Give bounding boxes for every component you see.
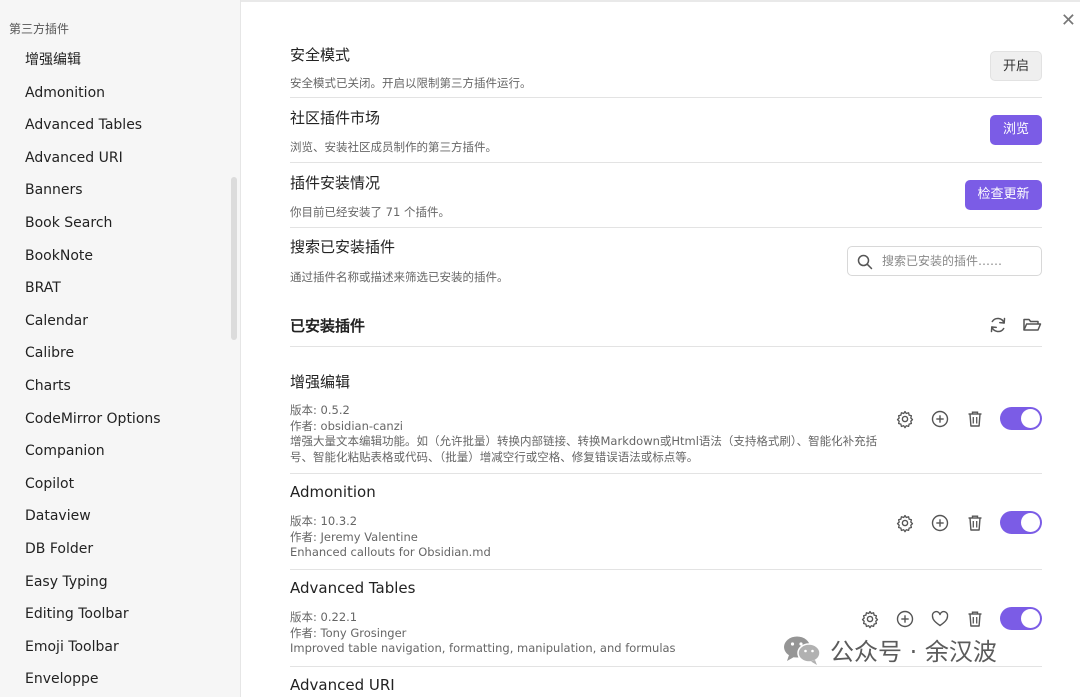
installed-header-actions [988, 315, 1042, 335]
sidebar-list: 增强编辑 Admonition Advanced Tables Advanced… [25, 44, 240, 696]
folder-open-icon[interactable] [1022, 315, 1042, 335]
plugin-version: 版本: 0.5.2 [290, 403, 350, 417]
trash-icon[interactable] [965, 513, 985, 533]
plugin-enable-toggle[interactable] [1000, 607, 1042, 630]
sidebar-item-brat[interactable]: BRAT [25, 272, 240, 305]
sidebar-item-admonition[interactable]: Admonition [25, 77, 240, 110]
install-status-desc: 你目前已经安装了 71 个插件。 [290, 205, 450, 219]
sidebar-item-advanced-tables[interactable]: Advanced Tables [25, 109, 240, 142]
plugin-actions [860, 607, 1042, 630]
sidebar-scrollbar[interactable] [231, 177, 237, 340]
sidebar-item-charts[interactable]: Charts [25, 370, 240, 403]
plugin-version: 版本: 0.22.1 [290, 610, 358, 624]
search-input[interactable] [882, 251, 1032, 271]
search-icon [857, 254, 873, 270]
community-desc: 浏览、安装社区成员制作的第三方插件。 [290, 140, 497, 154]
setting-community: 社区插件市场 浏览、安装社区成员制作的第三方插件。 浏览 [290, 98, 1042, 163]
sidebar-item-zengqiangbianji[interactable]: 增强编辑 [25, 44, 240, 77]
sidebar-header: 第三方插件 [9, 22, 70, 36]
plugin-desc: Enhanced callouts for Obsidian.md [290, 545, 491, 559]
sidebar-item-calendar[interactable]: Calendar [25, 305, 240, 338]
sidebar-item-editing-toolbar[interactable]: Editing Toolbar [25, 598, 240, 631]
plugin-actions [895, 511, 1042, 534]
refresh-icon[interactable] [988, 315, 1008, 335]
top-divider [241, 0, 1080, 2]
sidebar-item-dataview[interactable]: Dataview [25, 500, 240, 533]
trash-icon[interactable] [965, 609, 985, 629]
plugin-row: Advanced URI [290, 676, 1042, 697]
plugin-enable-toggle[interactable] [1000, 407, 1042, 430]
sidebar-item-companion[interactable]: Companion [25, 435, 240, 468]
plugin-name: 增强编辑 [290, 373, 351, 391]
safe-mode-title: 安全模式 [290, 46, 351, 64]
search-desc: 通过插件名称或描述来筛选已安装的插件。 [290, 270, 509, 284]
search-title: 搜索已安装插件 [290, 238, 396, 256]
sidebar-item-banners[interactable]: Banners [25, 174, 240, 207]
sidebar-item-copilot[interactable]: Copilot [25, 468, 240, 501]
browse-button[interactable]: 浏览 [990, 115, 1042, 145]
trash-icon[interactable] [965, 409, 985, 429]
sidebar: 第三方插件 增强编辑 Admonition Advanced Tables Ad… [0, 0, 241, 697]
plugin-name: Admonition [290, 483, 376, 501]
safe-mode-button[interactable]: 开启 [990, 51, 1042, 81]
sidebar-item-enveloppe[interactable]: Enveloppe [25, 663, 240, 696]
safe-mode-desc: 安全模式已关闭。开启以限制第三方插件运行。 [290, 76, 532, 90]
setting-install-status: 插件安装情况 你目前已经安装了 71 个插件。 检查更新 [290, 163, 1042, 228]
setting-safe-mode: 安全模式 安全模式已关闭。开启以限制第三方插件运行。 开启 [290, 40, 1042, 98]
plugin-desc: 增强大量文本编辑功能。如（允许批量）转换内部链接、转换Markdown或Html… [290, 434, 878, 464]
watermark: 公众号 · 余汉波 [782, 632, 997, 667]
gear-icon[interactable] [895, 409, 915, 429]
heart-icon[interactable] [930, 609, 950, 629]
plugin-author: 作者: Jeremy Valentine [290, 529, 418, 544]
close-icon[interactable]: ✕ [1061, 10, 1076, 31]
installed-plugins-header: 已安装插件 [290, 305, 1042, 347]
settings-panel: ✕ 安全模式 安全模式已关闭。开启以限制第三方插件运行。 开启 社区插件市场 浏… [241, 0, 1080, 697]
plus-circle-icon[interactable] [895, 609, 915, 629]
plugin-name: Advanced URI [290, 676, 395, 694]
sidebar-item-emoji-toolbar[interactable]: Emoji Toolbar [25, 631, 240, 664]
install-status-title: 插件安装情况 [290, 174, 381, 192]
gear-icon[interactable] [895, 513, 915, 533]
plugin-meta: 版本: 10.3.2 作者: Jeremy Valentine Enhanced… [290, 514, 890, 561]
plus-circle-icon[interactable] [930, 409, 950, 429]
sidebar-item-codemirror-options[interactable]: CodeMirror Options [25, 403, 240, 436]
search-box[interactable] [847, 246, 1042, 276]
plugin-name: Advanced Tables [290, 579, 416, 597]
sidebar-item-easy-typing[interactable]: Easy Typing [25, 566, 240, 599]
setting-search: 搜索已安装插件 通过插件名称或描述来筛选已安装的插件。 [290, 228, 1042, 288]
sidebar-item-calibre[interactable]: Calibre [25, 337, 240, 370]
gear-icon[interactable] [860, 609, 880, 629]
wechat-icon [784, 636, 821, 665]
watermark-text: 公众号 · 余汉波 [830, 638, 997, 666]
check-updates-button[interactable]: 检查更新 [965, 180, 1042, 210]
community-title: 社区插件市场 [290, 109, 381, 127]
plugin-row: Admonition 版本: 10.3.2 作者: Jeremy Valenti… [290, 483, 1042, 570]
sidebar-item-booknote[interactable]: BookNote [25, 240, 240, 273]
plugin-author: 作者: obsidian-canzi [290, 418, 403, 433]
sidebar-item-advanced-uri[interactable]: Advanced URI [25, 142, 240, 175]
installed-plugins-title: 已安装插件 [290, 317, 366, 335]
plugin-actions [895, 407, 1042, 430]
sidebar-item-db-folder[interactable]: DB Folder [25, 533, 240, 566]
plugin-meta: 版本: 0.5.2 作者: obsidian-canzi 增强大量文本编辑功能。… [290, 403, 890, 465]
sidebar-item-book-search[interactable]: Book Search [25, 207, 240, 240]
plugin-version: 版本: 10.3.2 [290, 514, 358, 528]
plugin-enable-toggle[interactable] [1000, 511, 1042, 534]
plugin-row: 增强编辑 版本: 0.5.2 作者: obsidian-canzi 增强大量文本… [290, 371, 1042, 474]
plus-circle-icon[interactable] [930, 513, 950, 533]
